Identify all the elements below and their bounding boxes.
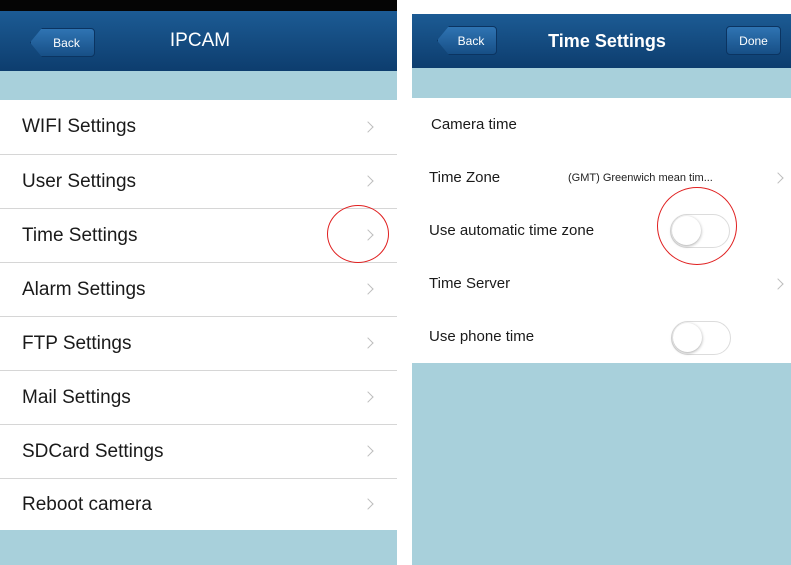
settings-item-sdcard[interactable]: SDCard Settings <box>0 425 397 478</box>
nav-bar: Back IPCAM <box>0 11 397 71</box>
page-title: Time Settings <box>548 30 666 51</box>
settings-item-label: SDCard Settings <box>22 440 164 462</box>
chevron-right-icon <box>772 278 784 290</box>
phone-time-label: Use phone time <box>429 328 535 345</box>
bottom-spacer <box>0 530 397 565</box>
settings-item-label: Alarm Settings <box>22 278 146 300</box>
highlight-circle <box>657 187 737 265</box>
settings-item-reboot[interactable]: Reboot camera <box>0 479 397 530</box>
highlight-circle <box>327 205 389 263</box>
settings-item-alarm[interactable]: Alarm Settings <box>0 263 397 316</box>
top-spacer <box>412 68 791 98</box>
back-button[interactable]: Back <box>437 26 497 55</box>
back-button[interactable]: Back <box>30 28 95 57</box>
chevron-right-icon <box>362 283 374 295</box>
settings-item-label: FTP Settings <box>22 332 132 354</box>
settings-item-label: Time Settings <box>22 224 138 246</box>
settings-item-label: WIFI Settings <box>22 116 137 137</box>
time-zone-value: (GMT) Greenwich mean tim... <box>568 171 713 184</box>
chevron-right-icon <box>362 445 374 457</box>
top-spacer <box>0 71 397 100</box>
nav-bar: Back Time Settings Done <box>412 14 791 68</box>
settings-item-label: User Settings <box>22 170 137 192</box>
chevron-right-icon <box>362 337 374 349</box>
chevron-right-icon <box>362 498 374 510</box>
chevron-right-icon <box>362 121 374 133</box>
time-zone-label: Time Zone <box>429 169 501 186</box>
page-title: IPCAM <box>169 30 231 51</box>
phone-time-row: Use phone time <box>412 310 791 363</box>
chevron-right-icon <box>362 391 374 403</box>
toggle-knob <box>673 323 702 352</box>
chevron-right-icon <box>772 172 784 184</box>
done-button-label: Done <box>739 33 768 48</box>
time-server-label: Time Server <box>429 275 511 292</box>
settings-item-label: Mail Settings <box>22 386 131 408</box>
back-button-label: Back <box>53 35 80 50</box>
camera-time-row: Camera time <box>412 98 791 151</box>
settings-item-label: Reboot camera <box>22 493 152 515</box>
time-settings-screen: Back Time Settings Done Camera time Time… <box>412 0 791 565</box>
ipcam-screen: Back IPCAM WIFI Settings User Settings T… <box>0 0 397 565</box>
panel-divider <box>397 0 412 565</box>
empty-area <box>412 363 791 565</box>
settings-item-wifi[interactable]: WIFI Settings <box>0 100 397 154</box>
done-button[interactable]: Done <box>726 26 781 55</box>
settings-item-ftp[interactable]: FTP Settings <box>0 317 397 370</box>
auto-time-zone-label: Use automatic time zone <box>429 222 595 239</box>
settings-item-mail[interactable]: Mail Settings <box>0 371 397 424</box>
phone-time-toggle[interactable] <box>671 321 731 355</box>
time-zone-row[interactable]: Time Zone (GMT) Greenwich mean tim... <box>412 151 791 204</box>
camera-time-label: Camera time <box>431 116 517 133</box>
settings-item-user[interactable]: User Settings <box>0 155 397 208</box>
chevron-right-icon <box>362 175 374 187</box>
back-button-label: Back <box>457 33 485 48</box>
time-server-row[interactable]: Time Server <box>412 257 791 310</box>
status-bar <box>0 0 397 11</box>
